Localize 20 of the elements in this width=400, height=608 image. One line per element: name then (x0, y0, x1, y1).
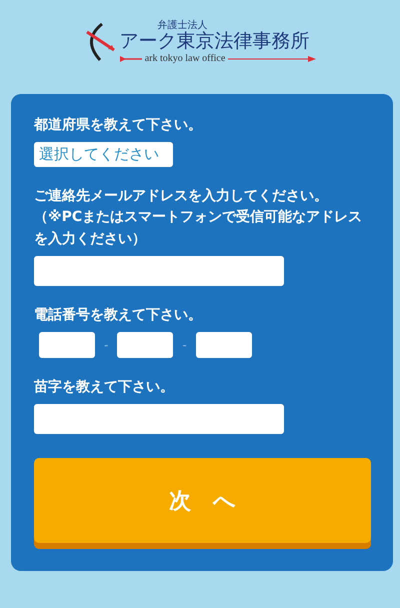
prefecture-select[interactable]: 選択してください (34, 142, 173, 167)
bow-and-arrow-icon (84, 22, 118, 62)
prefecture-label: 都道府県を教えて下さい。 (34, 116, 202, 135)
next-button[interactable]: 次 へ (34, 458, 371, 543)
arrow-line-icon (228, 54, 316, 62)
phone-field[interactable] (117, 332, 174, 358)
email-note: （※PCまたはスマートフォンで受信可能なアドレスを入力ください） (34, 208, 364, 249)
surname-label: 苗字を教えて下さい。 (34, 378, 174, 397)
email-label: ご連絡先メールアドレスを入力してください。 (34, 187, 328, 206)
phone-separator: - (104, 338, 108, 352)
logo-name: アーク東京法律事務所 (120, 31, 311, 53)
phone-field[interactable] (196, 332, 252, 358)
phone-field[interactable] (39, 332, 95, 358)
email-field[interactable] (34, 256, 284, 286)
surname-field[interactable] (34, 404, 284, 434)
phone-label: 電話番号を教えて下さい。 (34, 306, 202, 325)
logo-subtitle: 弁護士法人 (158, 20, 209, 31)
arrow-tail-icon (120, 54, 142, 62)
phone-separator: - (182, 338, 187, 352)
logo-tagline: ark tokyo law office (144, 53, 226, 64)
